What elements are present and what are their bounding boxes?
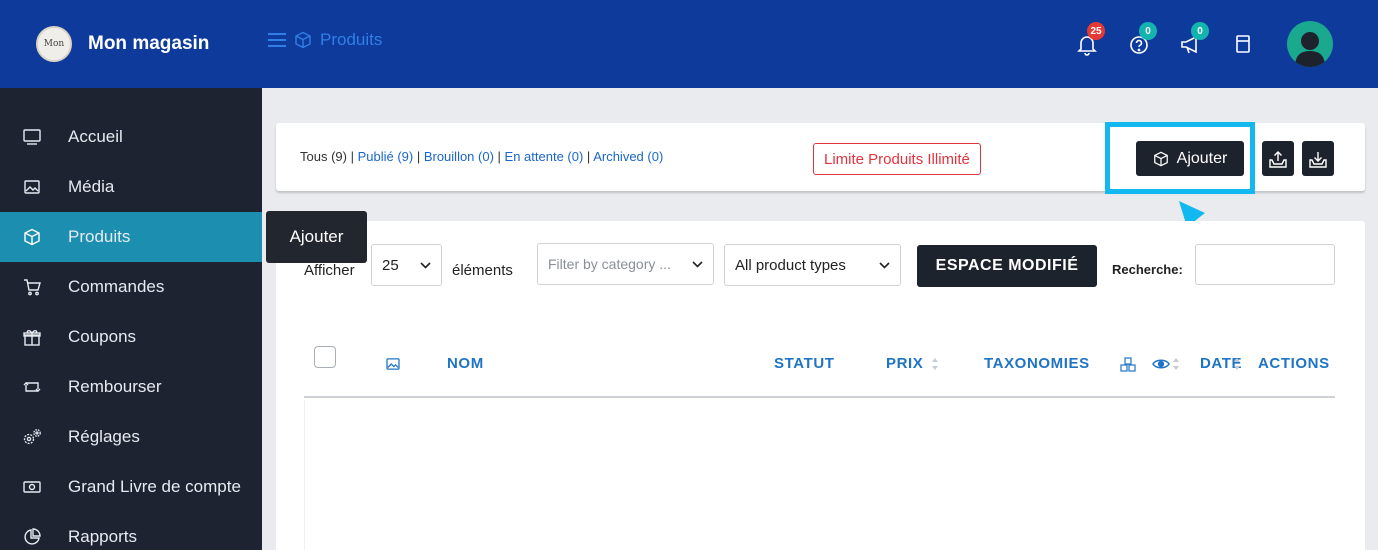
elements-label: éléments [452,262,513,279]
sidebar-nav: Accueil Média Produits Commandes Coupons… [0,112,262,550]
product-type-select[interactable]: All product types [724,244,901,286]
search-input[interactable] [1195,244,1335,285]
breadcrumb: Produits [268,30,382,50]
column-date[interactable]: DATE [1200,355,1242,372]
eye-icon [1152,359,1170,369]
tooltip: Ajouter [266,211,367,263]
sort-icon [932,357,939,370]
export-button[interactable] [1302,141,1334,176]
cart-icon [22,277,42,297]
image-column-icon [386,358,400,370]
select-all-checkbox[interactable] [314,346,336,368]
filter-published[interactable]: Publié (9) [358,149,414,164]
download-icon [1309,151,1327,168]
sidebar-item-label: Produits [68,227,131,246]
store-logo: Mon [36,26,72,62]
hamburger-icon[interactable] [268,32,286,48]
monitor-icon [22,127,42,147]
separator: | [413,149,424,164]
sidebar-item-commandes[interactable]: Commandes [0,262,262,312]
notifications-button[interactable]: 25 [1075,22,1105,56]
sidebar-item-label: Média [68,177,115,196]
announcements-button[interactable]: 0 [1179,22,1209,56]
add-button-highlight [1105,122,1255,194]
table-header: NOM STATUT PRIX TAXONOMIES DATE ACTIONS [304,340,1335,398]
money-icon [22,477,42,497]
help-badge: 0 [1139,22,1157,40]
sidebar-item-coupons[interactable]: Coupons [0,312,262,362]
notifications-badge: 25 [1087,22,1105,40]
separator: | [493,149,505,164]
column-taxonomies[interactable]: TAXONOMIES [984,355,1090,372]
sidebar-item-label: Commandes [68,277,165,296]
sidebar-item-media[interactable]: Média [0,162,262,212]
column-views[interactable] [1152,357,1180,371]
import-button[interactable] [1262,141,1294,176]
show-label: Afficher [304,262,355,279]
column-price-label: PRIX [886,355,924,372]
page-size-value: 25 [382,256,399,274]
store-logo-text: Mon [43,39,65,49]
column-price[interactable]: PRIX [886,355,939,372]
sidebar-item-label: Grand Livre de compte [68,477,241,496]
announcements-badge: 0 [1191,22,1209,40]
sidebar-item-label: Coupons [68,327,137,346]
gears-icon [22,427,42,447]
separator: | [346,149,358,164]
page-size-select[interactable]: 25 [371,244,442,286]
filter-all[interactable]: Tous (9) [300,149,347,164]
category-filter-placeholder: Filter by category ... [548,256,671,272]
sidebar-item-accueil[interactable]: Accueil [0,112,262,162]
breadcrumb-current: Produits [320,30,383,49]
document-icon [1236,35,1250,53]
user-avatar[interactable] [1287,21,1333,67]
sidebar-item-grand-livre[interactable]: Grand Livre de compte [0,462,262,512]
separator: | [583,149,594,164]
chevron-down-icon [692,260,703,268]
espace-modifie-button[interactable]: ESPACE MODIFIÉ [917,245,1097,287]
category-filter-select[interactable]: Filter by category ... [537,243,714,285]
sidebar-item-label: Accueil [68,127,123,146]
docs-button[interactable] [1231,32,1255,56]
sort-icon [1234,357,1241,370]
column-status[interactable]: STATUT [774,355,835,372]
search-label: Recherche: [1112,262,1183,277]
sort-icon [1173,358,1179,370]
sidebar-item-rapports[interactable]: Rapports [0,512,262,550]
store-name: Mon magasin [88,33,210,54]
sidebar: Accueil Média Produits Commandes Coupons… [0,88,262,550]
chevron-down-icon [420,261,431,269]
filter-pending[interactable]: En attente (0) [505,149,584,164]
column-actions: ACTIONS [1258,355,1330,372]
brand[interactable]: Mon Mon magasin [0,0,265,88]
refund-icon [22,377,42,397]
sidebar-item-label: Rapports [68,527,137,546]
help-button[interactable]: 0 [1127,22,1157,56]
chevron-down-icon [879,261,890,269]
image-icon [22,177,42,197]
sidebar-item-produits[interactable]: Produits [0,212,262,262]
sidebar-item-label: Réglages [68,427,140,446]
top-bar: Mon Mon magasin Produits 25 0 0 [0,0,1378,88]
cube-icon [22,227,42,247]
sidebar-item-reglages[interactable]: Réglages [0,412,262,462]
pie-chart-icon [22,527,42,547]
sidebar-item-rembourser[interactable]: Rembourser [0,362,262,412]
header-actions: 25 0 0 [1075,0,1378,88]
filter-archived[interactable]: Archived (0) [593,149,663,164]
sidebar-item-label: Rembourser [68,377,162,396]
boxes-icon [1120,357,1136,372]
upload-icon [1269,150,1287,168]
column-stock[interactable] [1120,357,1136,372]
table-body [304,400,1335,550]
status-filters: Tous (9) | Publié (9) | Brouillon (0) | … [300,149,663,164]
cube-icon [294,31,312,49]
column-name[interactable]: NOM [447,355,484,372]
filter-draft[interactable]: Brouillon (0) [424,149,494,164]
product-limit-badge: Limite Produits Illimité [813,143,981,175]
gift-icon [22,327,42,347]
product-type-value: All product types [735,256,846,274]
